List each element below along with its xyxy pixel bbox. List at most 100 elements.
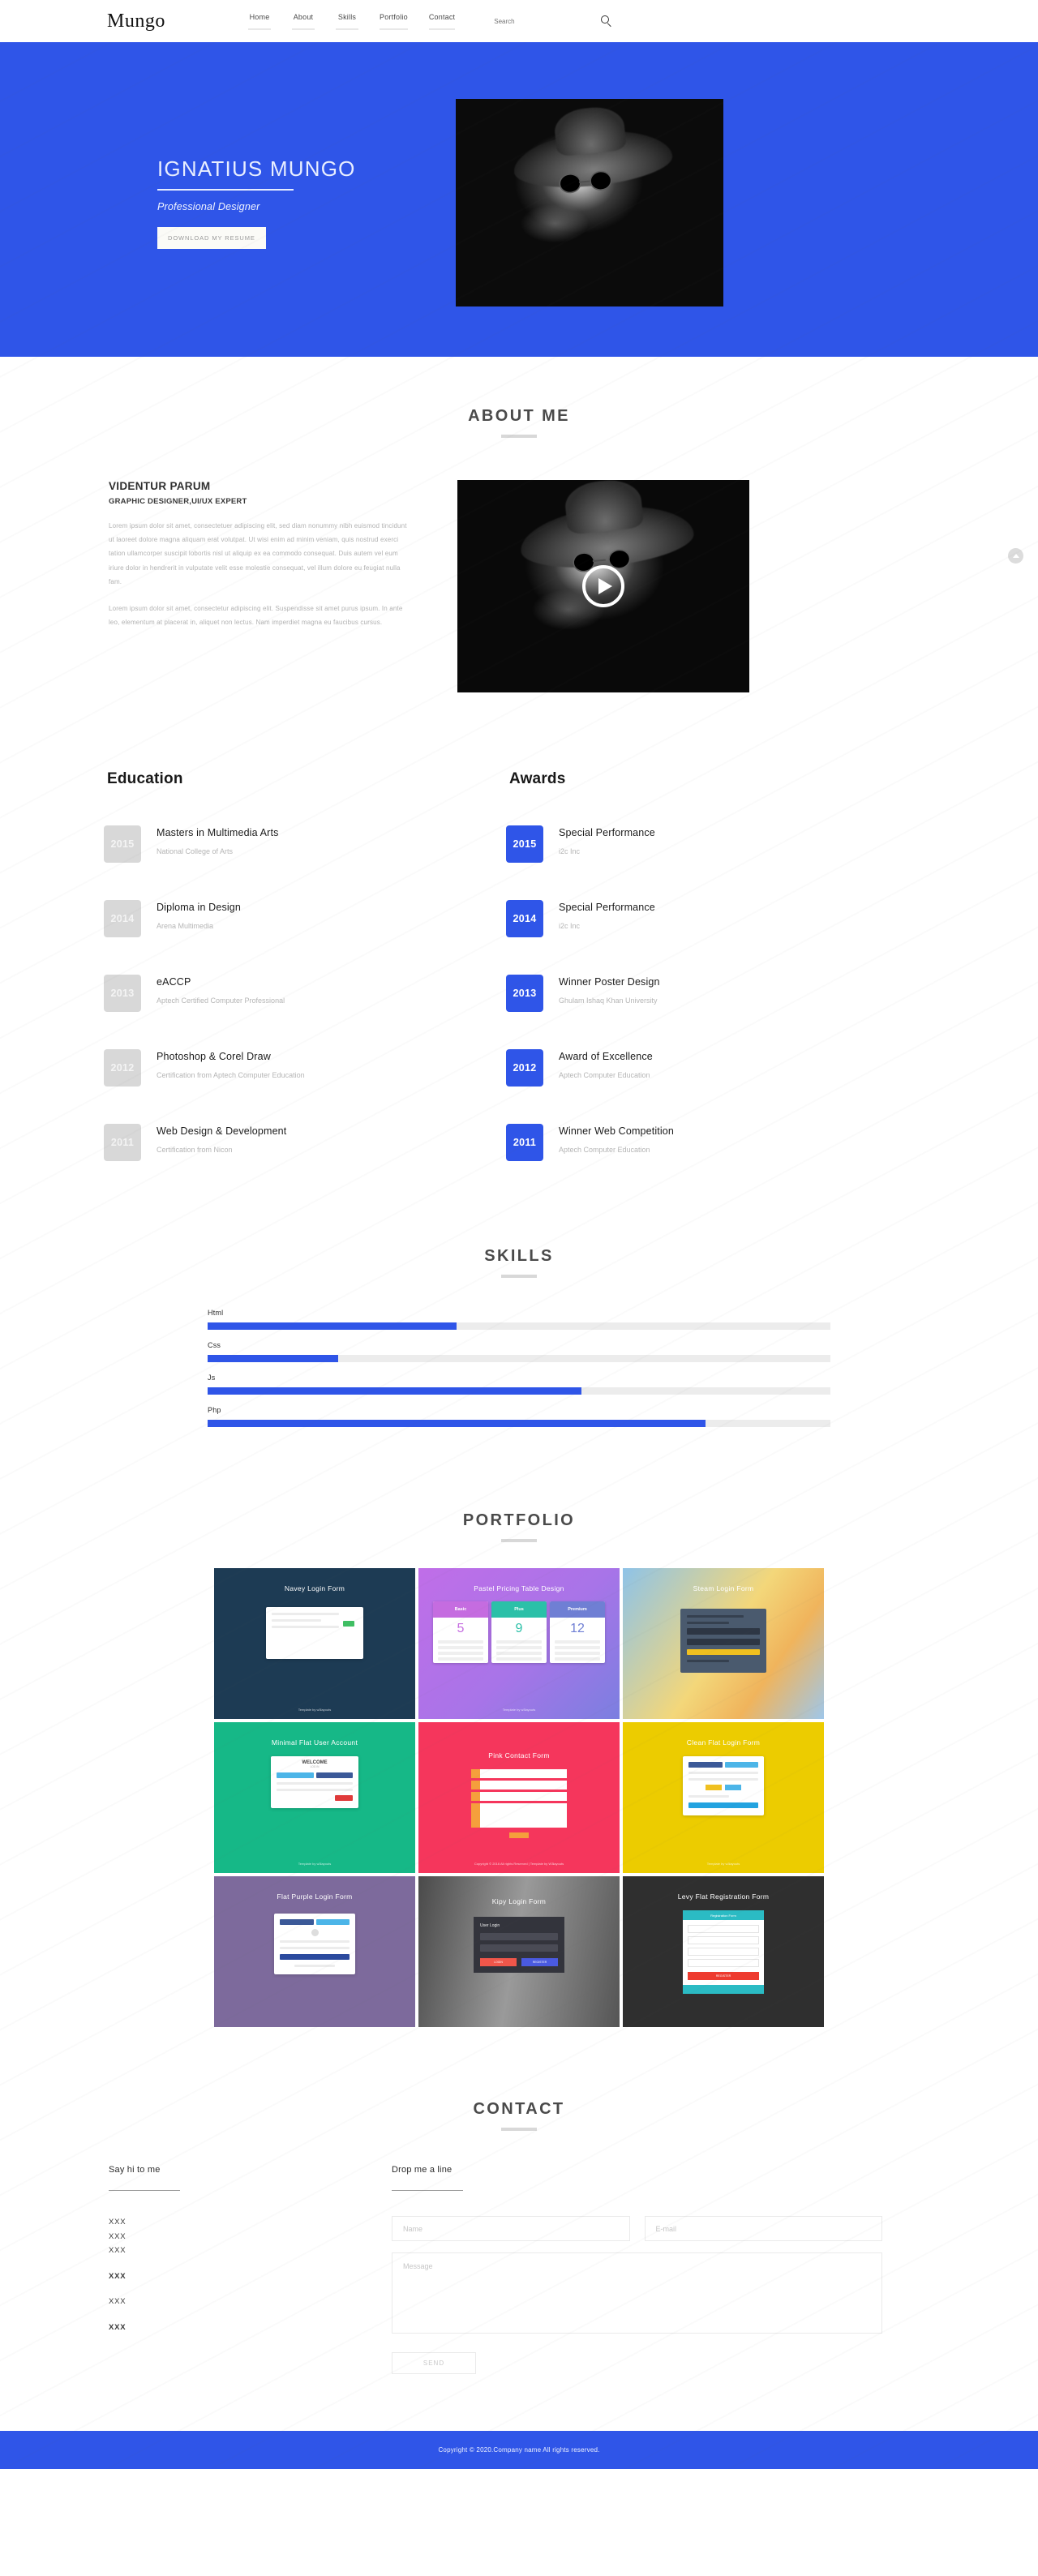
portfolio-tile-footer: Template by w3layouts (298, 1708, 332, 1712)
contact-section: CONTACT Say hi to me XXX XXX XXX XXX XXX… (0, 2027, 1038, 2431)
hero-divider (157, 189, 294, 191)
nav-item-contact[interactable]: Contact (428, 13, 456, 30)
skill-fill (208, 1387, 581, 1395)
nav-item-home[interactable]: Home (248, 13, 271, 30)
kipy-login-button[interactable]: LOGIN (480, 1958, 517, 1966)
kipy-form-heading: User Login (480, 1923, 500, 1928)
skills-section: SKILLS Html Css Js Php (0, 1161, 1038, 1427)
contact-info-line: XXX (109, 2297, 127, 2307)
page-footer: Copyright © 2020.Company name All rights… (0, 2431, 1038, 2469)
award-item: 2012 Award of Excellence Aptech Computer… (506, 1049, 834, 1087)
portfolio-tile[interactable]: Pastel Pricing Table Design Basic 5 Plus… (418, 1568, 620, 1719)
search-icon[interactable] (601, 15, 612, 28)
levy-form-heading: Registration Form (683, 1910, 764, 1920)
award-item: 2015 Special Performance i2c Inc (506, 825, 834, 863)
skill-label: Js (208, 1374, 216, 1382)
about-title: ABOUT ME (468, 407, 570, 425)
education-heading: Education (107, 770, 183, 787)
contact-email-input[interactable] (644, 2216, 882, 2241)
award-item: 2014 Special Performance i2c Inc (506, 900, 834, 937)
brand-logo[interactable]: Mungo (104, 11, 248, 32)
education-year: 2012 (104, 1049, 141, 1087)
hero-name: IGNATIUS MUNGO (157, 156, 356, 181)
portfolio-tile[interactable]: Pink Contact Form Copyright © 2016 All r… (418, 1722, 620, 1873)
timeline-section: Education 2015 Masters in Multimedia Art… (104, 770, 934, 1161)
portfolio-tile-footer: Template by w3layouts (502, 1708, 536, 1712)
contact-info-column: Say hi to me XXX XXX XXX XXX XXX XXX (104, 2165, 347, 2374)
pricing-plan-name: Premium (550, 1601, 605, 1618)
nav-item-skills[interactable]: Skills (336, 13, 358, 30)
kipy-register-button[interactable]: REGISTER (521, 1958, 558, 1966)
contact-right-heading: Drop me a line (392, 2165, 453, 2175)
award-year: 2015 (506, 825, 543, 863)
contact-message-textarea[interactable] (392, 2252, 882, 2334)
contact-left-heading: Say hi to me (109, 2165, 161, 2175)
portfolio-tile-label: Levy Flat Registration Form (677, 1892, 770, 1901)
portfolio-tile-label: Minimal Flat User Account (271, 1738, 358, 1747)
education-subtitle: Certification from Nicon (157, 1146, 233, 1154)
portfolio-title: PORTFOLIO (462, 1511, 576, 1529)
about-paragraph-1: Lorem ipsum dolor sit amet, consectetuer… (109, 522, 407, 585)
portfolio-tile-label: Steam Login Form (693, 1584, 754, 1592)
portfolio-tile-label: Clean Flat Login Form (686, 1738, 761, 1747)
pricing-plan-price: 9 (515, 1622, 523, 1635)
chevron-up-icon[interactable] (1008, 548, 1023, 564)
skill-track (208, 1355, 830, 1362)
skill-label: Html (208, 1309, 224, 1317)
search-input[interactable] (494, 17, 563, 25)
award-year: 2013 (506, 975, 543, 1012)
award-subtitle: Aptech Computer Education (559, 1146, 650, 1154)
portfolio-tile[interactable]: Levy Flat Registration Form Registration… (623, 1876, 824, 2027)
portfolio-tile[interactable]: Steam Login Form (623, 1568, 824, 1719)
hero-portrait-image (456, 99, 723, 306)
skill-track (208, 1322, 830, 1330)
contact-form-column: Drop me a line SEND (347, 2165, 882, 2374)
nav-item-about[interactable]: About (292, 13, 315, 30)
portfolio-tile[interactable]: Flat Purple Login Form (214, 1876, 415, 2027)
contact-info-line: XXX (109, 2246, 127, 2256)
pricing-plan-name: Basic (433, 1601, 488, 1618)
contact-info-line: XXX (109, 2218, 127, 2227)
contact-info-line: XXX (109, 2271, 127, 2281)
education-subtitle: Arena Multimedia (157, 922, 214, 930)
contact-left-divider (109, 2190, 180, 2191)
portfolio-tile-label: Navey Login Form (284, 1584, 345, 1592)
download-resume-button[interactable]: DOWNLOAD MY RESUME (157, 227, 266, 249)
portfolio-title-rule (501, 1539, 537, 1542)
awards-column: Awards 2015 Special Performance i2c Inc … (506, 770, 834, 1161)
portfolio-tile-footer: Copyright © 2016 All rights Reserved | T… (474, 1862, 564, 1866)
education-column: Education 2015 Masters in Multimedia Art… (104, 770, 431, 1161)
about-video-thumbnail[interactable] (457, 480, 749, 692)
portfolio-tile[interactable]: Kipy Login Form User Login LOGIN REGISTE… (418, 1876, 620, 2027)
portfolio-tile-label: Kipy Login Form (491, 1897, 547, 1905)
award-subtitle: Ghulam Ishaq Khan University (559, 997, 658, 1005)
skill-fill (208, 1420, 706, 1427)
portfolio-tile-label: Pastel Pricing Table Design (474, 1584, 564, 1592)
hero-role: Professional Designer (157, 201, 260, 212)
contact-send-button[interactable]: SEND (392, 2352, 476, 2374)
skill-track (208, 1387, 830, 1395)
education-year: 2013 (104, 975, 141, 1012)
education-year: 2011 (104, 1124, 141, 1161)
education-title: Masters in Multimedia Arts (157, 827, 279, 838)
award-year: 2011 (506, 1124, 543, 1161)
skill-label: Php (208, 1406, 221, 1414)
award-subtitle: i2c Inc (559, 847, 581, 855)
portfolio-tile-footer: Template by w3layouts (298, 1862, 332, 1866)
education-title: Diploma in Design (157, 902, 241, 913)
portfolio-tile[interactable]: Clean Flat Login Form Template by w3layo… (623, 1722, 824, 1873)
education-subtitle: Certification from Aptech Computer Educa… (157, 1071, 305, 1079)
skills-title: SKILLS (484, 1247, 554, 1265)
education-item: 2012 Photoshop & Corel Draw Certificatio… (104, 1049, 431, 1087)
portfolio-tile-footer: Template by w3layouts (706, 1862, 740, 1866)
award-subtitle: i2c Inc (559, 922, 581, 930)
portfolio-tile[interactable]: Navey Login Form Template by w3layouts (214, 1568, 415, 1719)
levy-register-button[interactable]: REGISTER (688, 1972, 759, 1980)
nav-item-portfolio[interactable]: Portfolio (380, 13, 408, 30)
contact-name-input[interactable] (392, 2216, 630, 2241)
education-item: 2013 eACCP Aptech Certified Computer Pro… (104, 975, 431, 1012)
portfolio-grid: Navey Login Form Template by w3layouts P… (214, 1568, 824, 2027)
play-icon[interactable] (582, 565, 624, 607)
education-item: 2014 Diploma in Design Arena Multimedia (104, 900, 431, 937)
portfolio-tile[interactable]: Minimal Flat User Account WELCOME LOG IN… (214, 1722, 415, 1873)
